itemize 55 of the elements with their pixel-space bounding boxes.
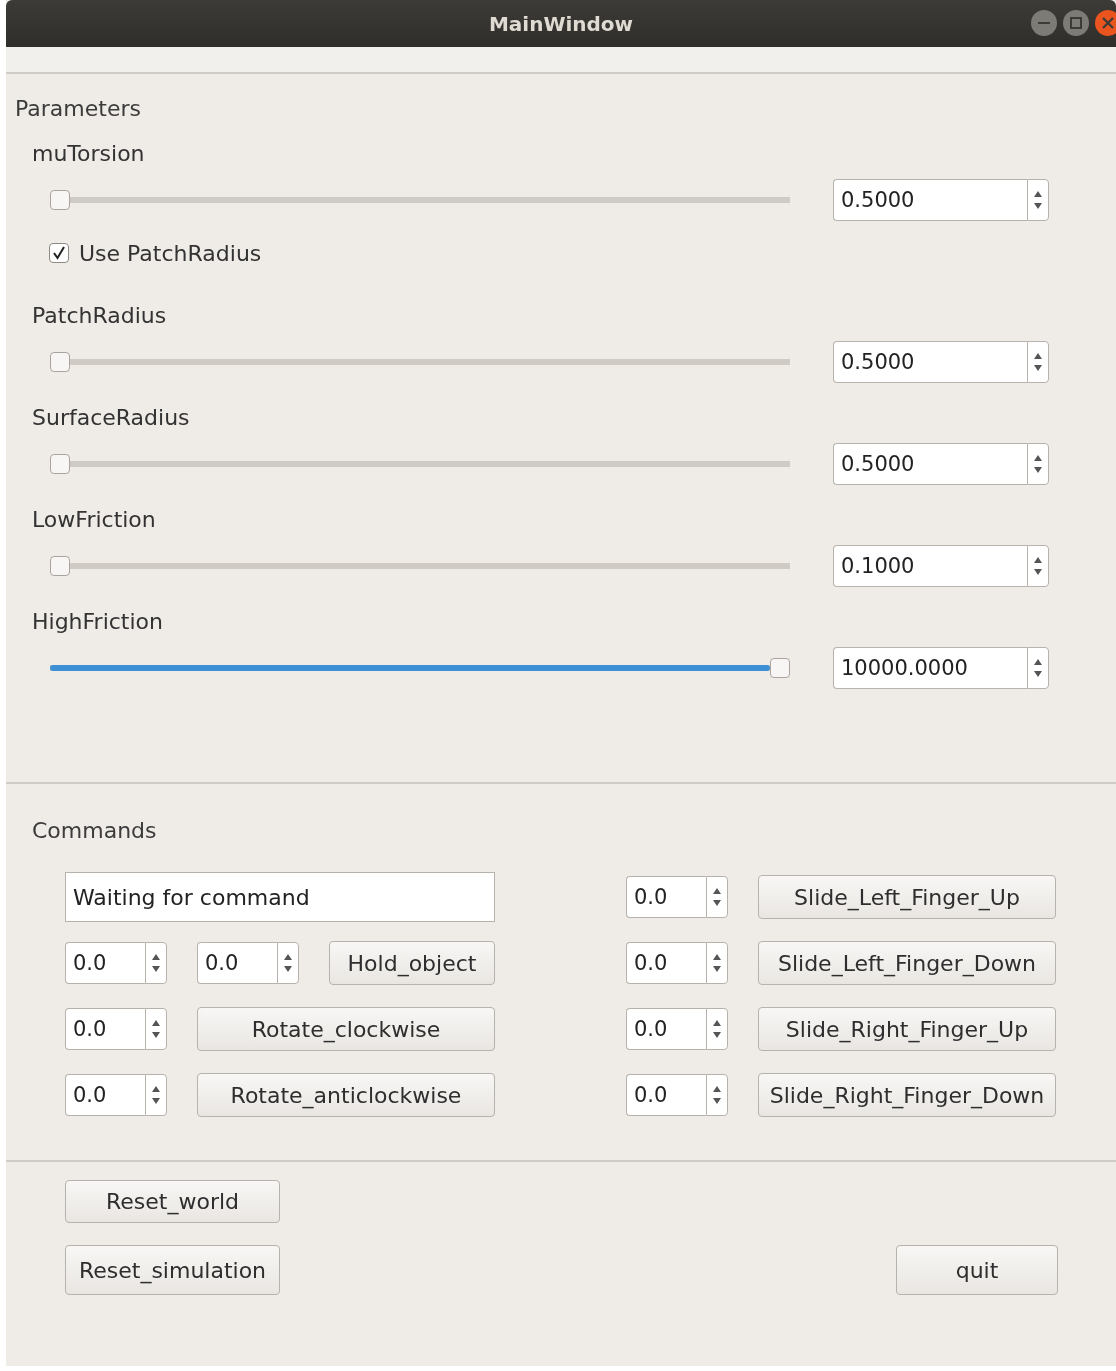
spin-buttons[interactable] — [706, 1074, 728, 1116]
command-button[interactable]: Rotate_clockwise — [197, 1007, 495, 1051]
spin-box[interactable]: 0.5000 — [833, 443, 1027, 485]
spin-box[interactable]: 10000.0000 — [833, 647, 1027, 689]
maximize-icon[interactable] — [1062, 9, 1090, 37]
spin-buttons[interactable] — [706, 942, 728, 984]
parameter-label: HighFriction — [32, 608, 164, 635]
command-button[interactable]: Slide_Left_Finger_Down — [758, 941, 1056, 985]
spin-buttons[interactable] — [706, 1008, 728, 1050]
parameter-label: PatchRadius — [32, 302, 168, 329]
spin-box[interactable]: 0.0 — [626, 876, 706, 918]
spin-box[interactable]: 0.0 — [65, 1074, 145, 1116]
command-button[interactable]: Slide_Right_Finger_Down — [758, 1073, 1056, 1117]
command-button[interactable]: Hold_object — [329, 941, 495, 985]
spin-box[interactable]: 0.0 — [65, 942, 145, 984]
section-title: Commands — [32, 817, 158, 845]
spin-box[interactable]: 0.0 — [65, 1008, 145, 1050]
checkbox-label: Use PatchRadius — [79, 239, 262, 268]
spin-box[interactable]: 0.1000 — [833, 545, 1027, 587]
slider-handle[interactable] — [770, 658, 790, 678]
command-button[interactable]: Rotate_anticlockwise — [197, 1073, 495, 1117]
command-button[interactable]: Slide_Left_Finger_Up — [758, 875, 1056, 919]
command-button[interactable]: Slide_Right_Finger_Up — [758, 1007, 1056, 1051]
spin-buttons[interactable] — [1027, 443, 1049, 485]
status-field[interactable]: Waiting for command — [65, 872, 495, 922]
parameter-label: muTorsion — [32, 140, 146, 167]
quit-button[interactable]: quit — [896, 1245, 1058, 1295]
spin-buttons[interactable] — [706, 876, 728, 918]
spin-buttons[interactable] — [1027, 179, 1049, 221]
reset-simulation-button[interactable]: Reset_simulation — [65, 1245, 280, 1295]
spin-buttons[interactable] — [1027, 545, 1049, 587]
section-title: Parameters — [15, 95, 142, 123]
spin-box[interactable]: 0.5000 — [833, 179, 1027, 221]
spin-box[interactable]: 0.0 — [626, 1074, 706, 1116]
spin-buttons[interactable] — [145, 1074, 167, 1116]
spin-box[interactable]: 0.5000 — [833, 341, 1027, 383]
spin-buttons[interactable] — [1027, 341, 1049, 383]
spin-box[interactable]: 0.0 — [626, 1008, 706, 1050]
spin-box[interactable]: 0.0 — [197, 942, 277, 984]
spin-buttons[interactable] — [277, 942, 299, 984]
spin-buttons[interactable] — [145, 1008, 167, 1050]
minimize-icon[interactable] — [1030, 9, 1058, 37]
checkbox[interactable] — [49, 243, 69, 263]
spin-buttons[interactable] — [1027, 647, 1049, 689]
slider-handle[interactable] — [50, 454, 70, 474]
reset-world-button[interactable]: Reset_world — [65, 1180, 280, 1223]
window-title: MainWindow — [488, 10, 634, 38]
parameter-label: SurfaceRadius — [32, 404, 191, 431]
slider-handle[interactable] — [50, 556, 70, 576]
slider-handle[interactable] — [50, 190, 70, 210]
spin-box[interactable]: 0.0 — [626, 942, 706, 984]
slider-handle[interactable] — [50, 352, 70, 372]
close-icon[interactable] — [1094, 9, 1116, 37]
parameter-label: LowFriction — [32, 506, 157, 533]
spin-buttons[interactable] — [145, 942, 167, 984]
